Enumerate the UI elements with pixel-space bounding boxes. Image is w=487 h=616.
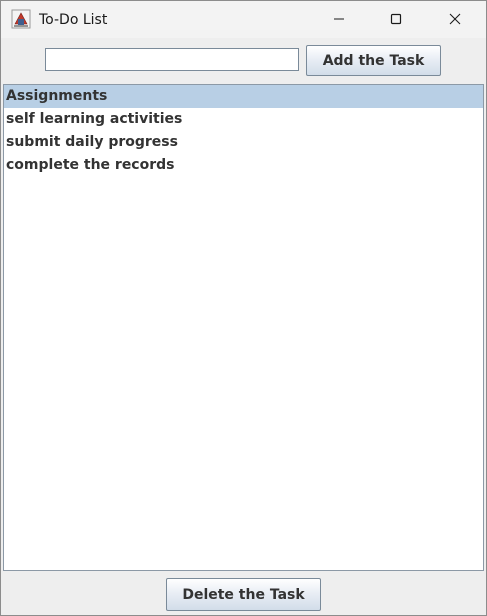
list-item[interactable]: Assignments [4, 85, 483, 108]
minimize-button[interactable] [310, 1, 368, 38]
list-item[interactable]: self learning activities [4, 108, 483, 131]
title-bar[interactable]: To-Do List [1, 1, 486, 38]
maximize-button[interactable] [367, 1, 425, 38]
add-task-button[interactable]: Add the Task [306, 45, 441, 76]
list-item[interactable]: submit daily progress [4, 131, 483, 154]
task-list[interactable]: Assignments self learning activities sub… [3, 84, 484, 571]
window-title: To-Do List [39, 12, 108, 28]
close-icon [449, 10, 461, 29]
task-input[interactable] [45, 48, 299, 71]
maximize-icon [390, 10, 402, 29]
list-item[interactable]: complete the records [4, 154, 483, 177]
app-window: To-Do List Add the Task Assignments self… [0, 0, 487, 616]
java-app-icon [11, 9, 31, 29]
delete-task-button[interactable]: Delete the Task [166, 578, 321, 611]
close-button[interactable] [426, 1, 484, 38]
minimize-icon [333, 10, 345, 29]
content-pane: Add the Task Assignments self learning a… [1, 38, 486, 615]
